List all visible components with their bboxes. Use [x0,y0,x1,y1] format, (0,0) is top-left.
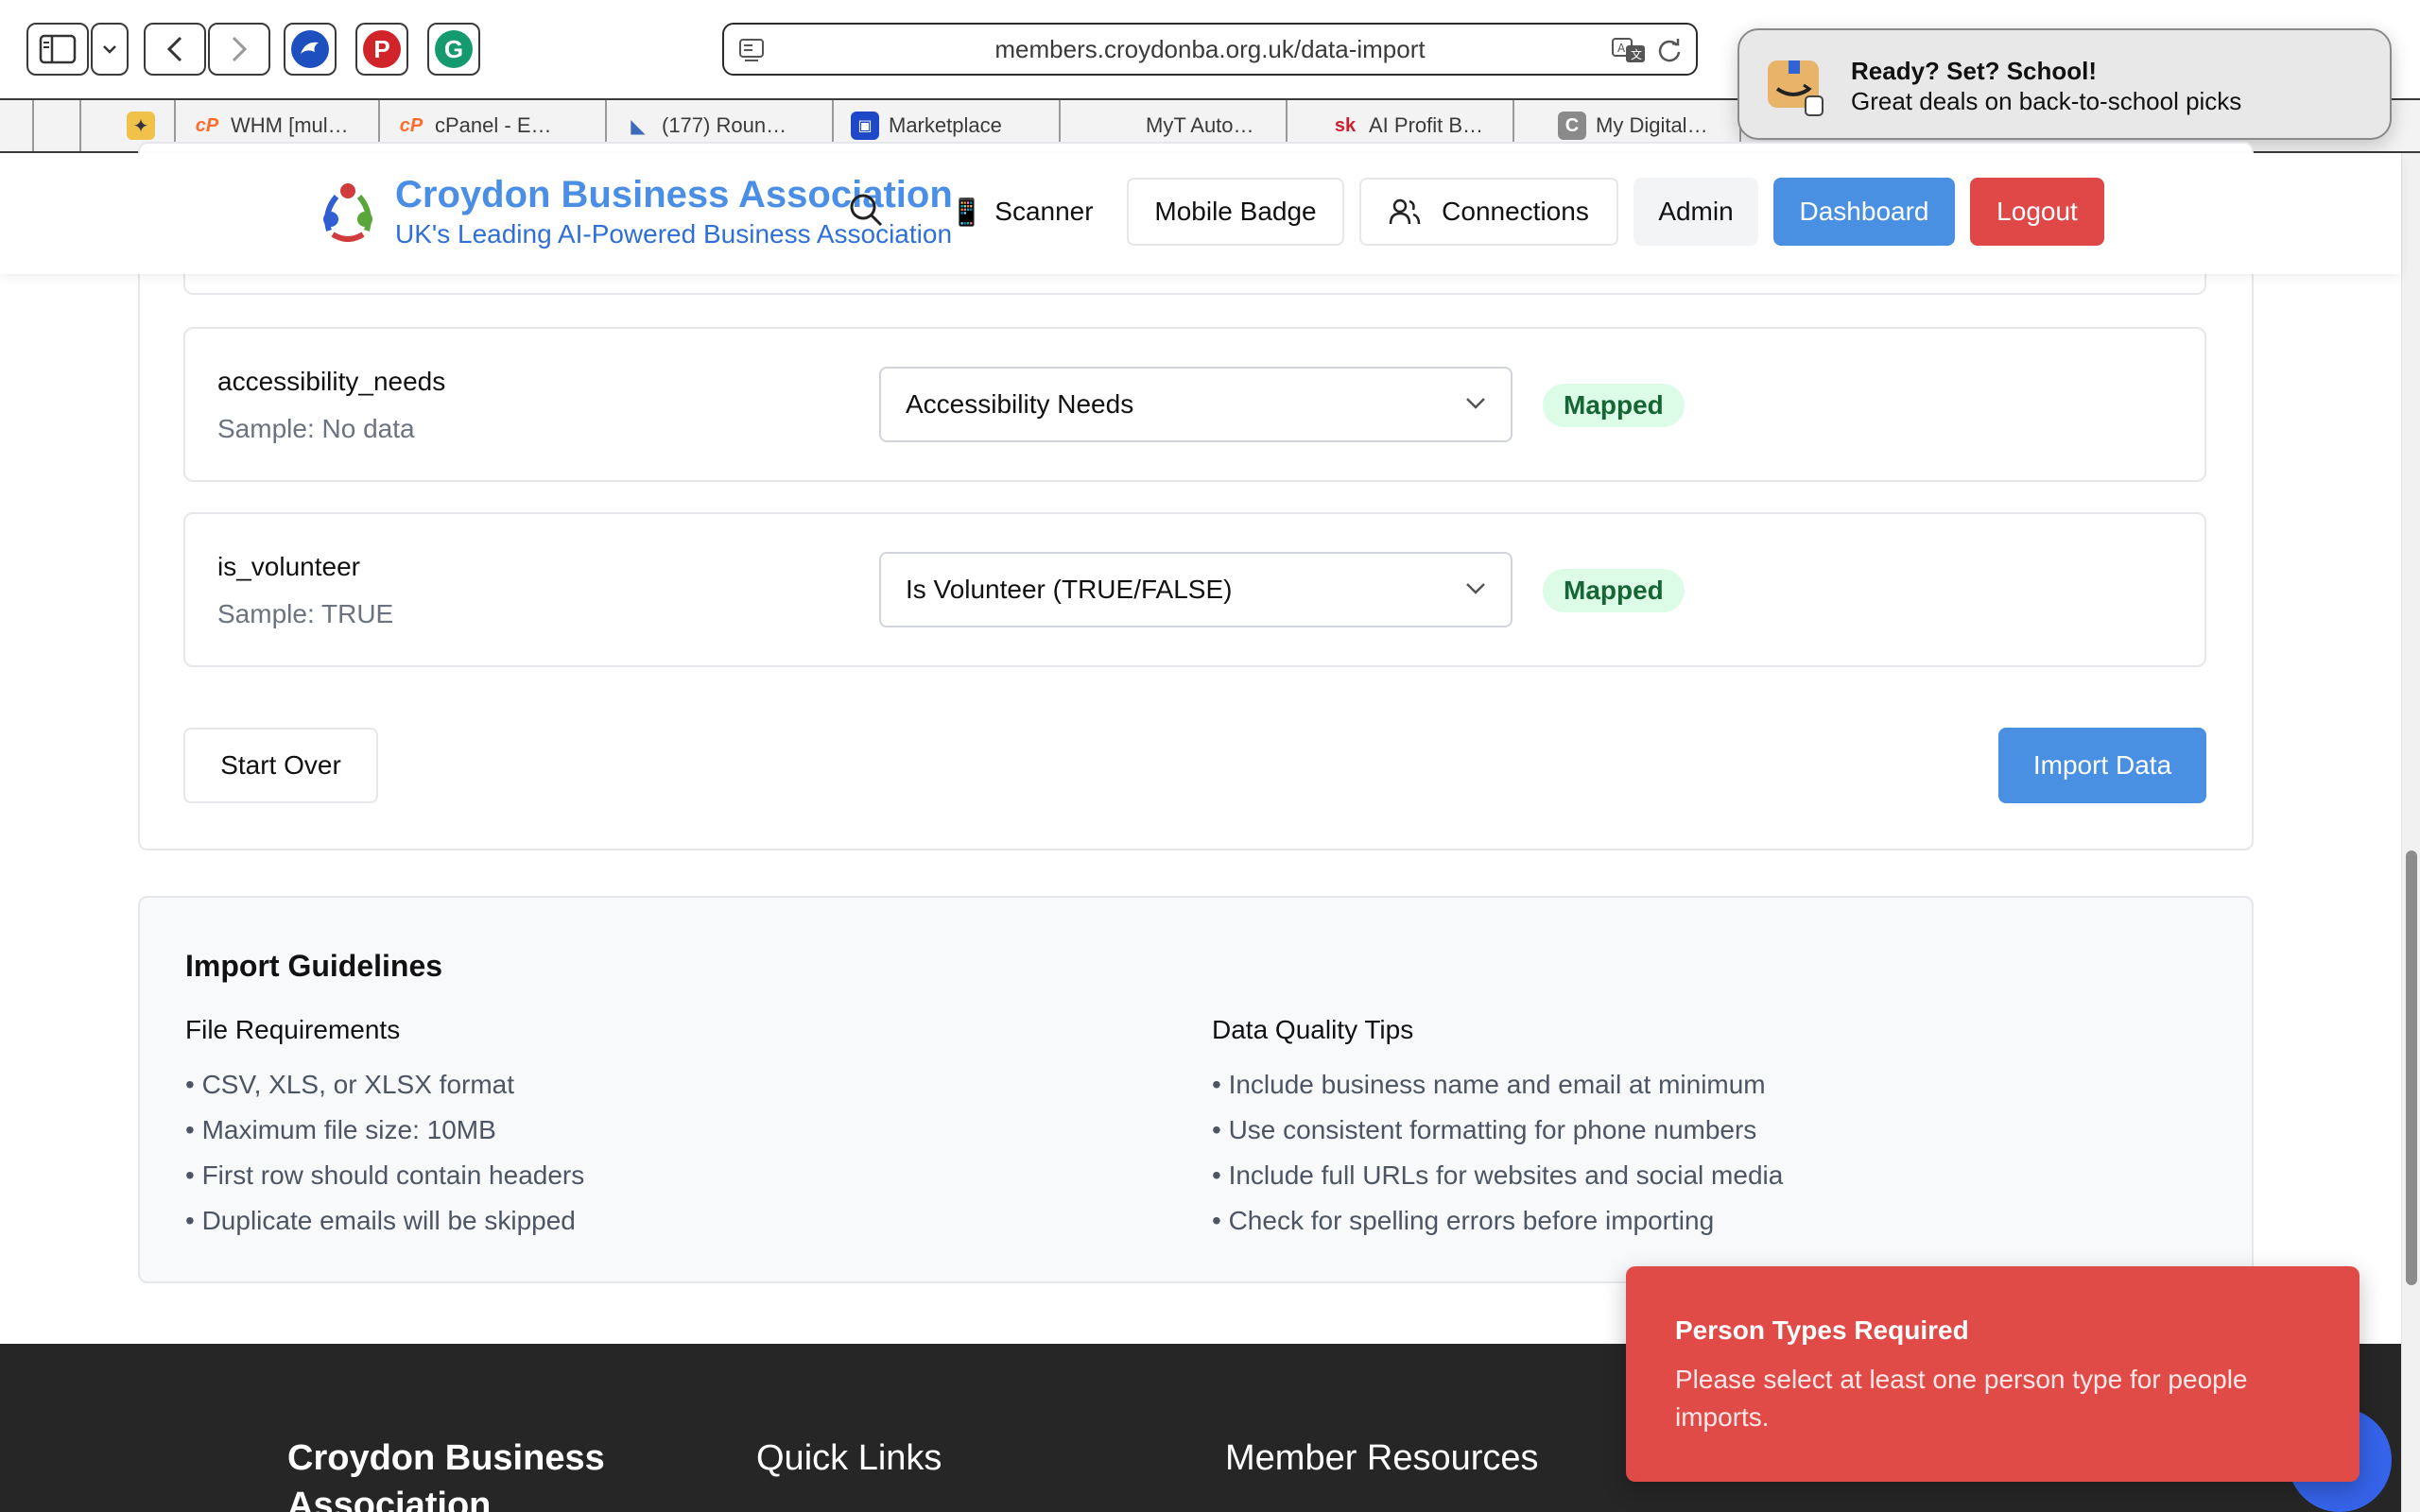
cba-logo-icon [323,183,372,242]
c-icon: C [1558,112,1586,140]
phone-icon: 📱 [950,197,984,227]
chevron-right-icon [232,36,247,62]
cpanel-icon: cP [195,114,219,136]
forward-button[interactable] [208,23,270,76]
chevron-left-icon [167,36,182,62]
footer-brand: Croydon Business Association [287,1438,605,1512]
target-field-select[interactable]: Is Volunteer (TRUE/FALSE) [879,552,1512,627]
list-item: • Check for spelling errors before impor… [1212,1206,1715,1235]
list-item: • Maximum file size: 10MB [185,1115,496,1144]
pinterest-icon: P [363,30,401,68]
bag-icon: ▣ [851,112,879,140]
scanner-button[interactable]: 📱 Scanner [942,178,1102,246]
reload-icon[interactable] [1656,36,1683,64]
logout-button[interactable]: Logout [1970,178,2104,246]
site-header: Croydon Business Association UK's Leadin… [0,153,2401,274]
status-badge: Mapped [1543,384,1685,427]
address-bar[interactable]: members.croydonba.org.uk/data-import A文 [722,23,1698,76]
file-requirements-section: File Requirements • CSV, XLS, or XLSX fo… [185,1015,584,1244]
bird-extension-icon [291,30,329,68]
list-item: • Use consistent formatting for phone nu… [1212,1115,1757,1144]
bookmark-blank[interactable] [34,100,81,151]
list-item: • First row should contain headers [185,1160,585,1190]
search-icon[interactable] [847,191,885,229]
admin-button[interactable]: Admin [1634,178,1758,246]
bookmark-spacer [0,100,34,151]
data-quality-tips-section: Data Quality Tips • Include business nam… [1212,1015,1783,1244]
mobile-badge-button[interactable]: Mobile Badge [1127,178,1344,246]
data-quality-tips-title: Data Quality Tips [1212,1015,1414,1044]
sidebar-toggle-button[interactable] [26,23,89,76]
list-item: • CSV, XLS, or XLSX format [185,1070,515,1099]
system-notification[interactable]: Ready? Set? School! Great deals on back-… [1737,28,2392,140]
footer-quick-links-heading: Quick Links [756,1438,942,1478]
import-guidelines-card: Import Guidelines File Requirements • CS… [138,896,2254,1283]
users-icon [1389,198,1421,225]
extension-button-2[interactable]: P [355,23,408,76]
source-field-name: is_volunteer [217,552,360,581]
extension-button-1[interactable] [284,23,337,76]
extension-button-3[interactable]: G [427,23,480,76]
wizard-icon: ✦ [127,112,155,140]
footer-member-resources-heading: Member Resources [1225,1438,1539,1478]
guidelines-title: Import Guidelines [185,949,443,983]
grammarly-icon: G [435,30,473,68]
source-field-sample: Sample: No data [217,414,415,443]
import-data-button[interactable]: Import Data [1998,728,2206,803]
status-badge: Mapped [1543,569,1685,612]
amazon-box-icon [1768,60,1824,116]
page-scrollbar[interactable] [2401,153,2420,1512]
mapping-row: is_volunteer Sample: TRUE Is Volunteer (… [183,512,2206,667]
source-field-name: accessibility_needs [217,367,446,396]
list-item: • Duplicate emails will be skipped [185,1206,576,1235]
error-toast[interactable]: Person Types Required Please select at l… [1626,1266,2360,1482]
back-button[interactable] [144,23,206,76]
mapping-row: accessibility_needs Sample: No data Acce… [183,327,2206,482]
source-field-sample: Sample: TRUE [217,599,394,628]
notification-title: Ready? Set? School! [1851,57,2098,85]
chevron-down-icon [103,45,116,54]
start-over-button[interactable]: Start Over [183,728,378,803]
list-item: • Include business name and email at min… [1212,1070,1766,1099]
cpanel-icon: cP [399,114,424,136]
target-field-select[interactable]: Accessibility Needs [879,367,1512,442]
bird-icon: ◣ [631,115,646,137]
svg-text:A: A [1617,42,1626,55]
list-item: • Include full URLs for websites and soc… [1212,1160,1784,1190]
scrollbar-thumb[interactable] [2406,850,2417,1285]
toast-message: Please select at least one person type f… [1675,1365,2248,1432]
sidebar-icon [39,34,77,64]
chevron-down-icon [1466,398,1485,409]
notification-body: Great deals on back-to-school picks [1851,87,2242,115]
sk-icon: sk [1334,114,1357,136]
connections-button[interactable]: Connections [1359,178,1618,246]
svg-text:文: 文 [1631,47,1642,61]
file-requirements-title: File Requirements [185,1015,401,1044]
chevron-down-icon [1466,583,1485,594]
url-text: members.croydonba.org.uk/data-import [994,34,1426,63]
dashboard-button[interactable]: Dashboard [1773,178,1955,246]
tab-group-dropdown-button[interactable] [91,23,129,76]
translate-icon[interactable]: A文 [1611,36,1647,64]
toast-title: Person Types Required [1675,1315,1969,1345]
